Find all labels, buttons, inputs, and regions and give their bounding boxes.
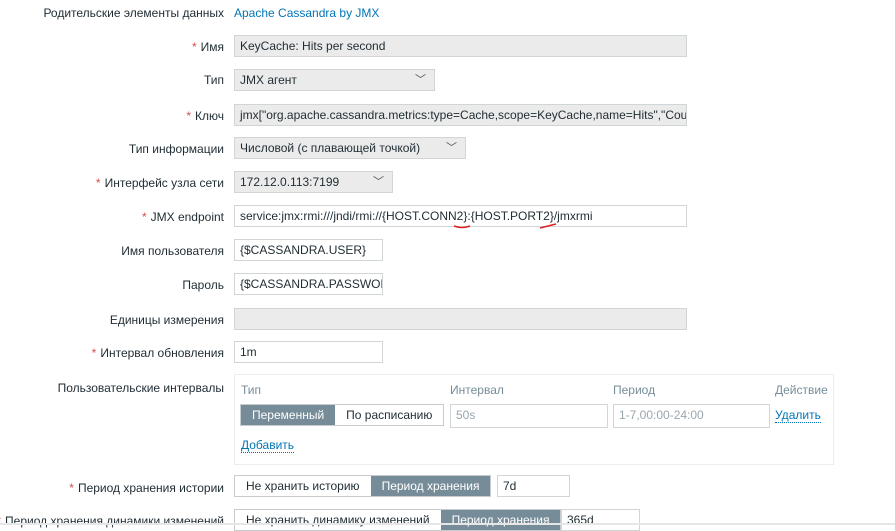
key-label: * Ключ: [186, 109, 224, 123]
custom-intervals-label: Пользовательские интервалы: [57, 381, 224, 395]
trends-input[interactable]: 365d: [561, 509, 640, 531]
interval-type-toggle: Переменный По расписанию: [240, 404, 445, 426]
trends-label: *Период хранения динамики изменений: [0, 514, 224, 528]
header-type: Тип: [241, 383, 262, 397]
name-input[interactable]: KeyCache: Hits per second: [234, 35, 687, 57]
key-input[interactable]: jmx["org.apache.cassandra.metrics:type=C…: [234, 104, 687, 126]
password-input[interactable]: {$CASSANDRA.PASSWORD}: [234, 273, 383, 295]
trends-no-store[interactable]: Не хранить динамику изменений: [235, 510, 441, 530]
add-link[interactable]: Добавить: [241, 438, 295, 453]
interface-select[interactable]: 172.12.0.113:7199 ﹀: [234, 171, 393, 193]
trends-toggle: Не хранить динамику изменений Период хра…: [234, 509, 562, 531]
type-scheduling[interactable]: По расписанию: [335, 405, 443, 425]
interval-input[interactable]: 50s: [450, 404, 608, 428]
jmx-endpoint-label: * JMX endpoint: [141, 210, 224, 224]
header-interval: Интервал: [450, 383, 504, 397]
info-type-label: Тип информации: [128, 142, 224, 156]
chevron-down-icon: ﹀: [415, 74, 426, 86]
trends-store-period[interactable]: Период хранения: [440, 510, 561, 530]
username-label: Имя пользователя: [121, 244, 224, 258]
type-select[interactable]: JMX агент ﹀: [234, 69, 435, 91]
update-interval-input[interactable]: 1m: [234, 341, 383, 363]
custom-intervals-table: Тип Интервал Период Действие Переменный …: [234, 374, 834, 465]
username-input[interactable]: {$CASSANDRA.USER}: [234, 239, 383, 261]
type-label: Тип: [203, 73, 224, 87]
units-label: Единицы измерения: [109, 313, 224, 327]
info-type-select[interactable]: Числовой (с плавающей точкой) ﹀: [234, 137, 466, 159]
annotation-underline: [453, 223, 557, 229]
history-toggle: Не хранить историю Период хранения: [234, 475, 492, 497]
units-input[interactable]: [234, 308, 687, 330]
chevron-down-icon: ﹀: [446, 142, 457, 154]
header-period: Период: [613, 383, 656, 397]
history-input[interactable]: 7d: [497, 475, 570, 497]
name-label: * Имя: [191, 40, 224, 54]
history-label: * Период хранения истории: [69, 481, 224, 495]
history-no-store[interactable]: Не хранить историю: [235, 476, 371, 496]
period-input[interactable]: 1-7,00:00-24:00: [613, 404, 770, 428]
interface-label: * Интерфейс узла сети: [95, 176, 224, 190]
history-store-period[interactable]: Период хранения: [370, 476, 491, 496]
parent-label: Родительские элементы данных: [43, 6, 224, 20]
password-label: Пароль: [182, 278, 224, 292]
header-action: Действие: [775, 383, 828, 397]
type-flexible[interactable]: Переменный: [241, 405, 336, 425]
update-interval-label: * Интервал обновления: [91, 346, 224, 360]
remove-link[interactable]: Удалить: [775, 408, 821, 423]
parent-link[interactable]: Apache Cassandra by JMX: [234, 6, 379, 20]
chevron-down-icon: ﹀: [373, 176, 384, 188]
